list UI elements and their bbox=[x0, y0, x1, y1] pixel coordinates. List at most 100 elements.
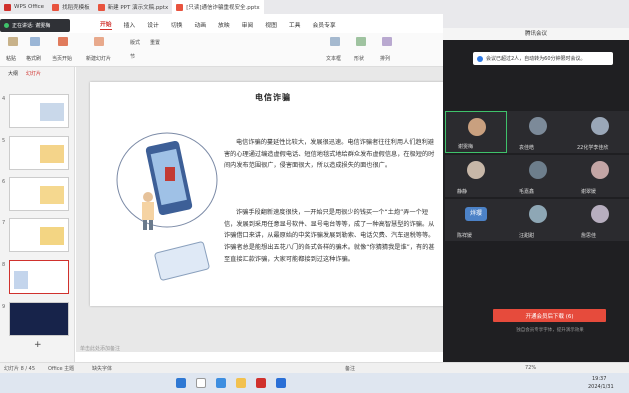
paste-label[interactable]: 粘贴 bbox=[6, 55, 16, 62]
person-icon bbox=[143, 192, 153, 202]
slide-number: 9 bbox=[2, 304, 6, 310]
notes-placeholder[interactable]: 单击此处添加备注 bbox=[80, 345, 120, 352]
document-tab-bar: WPS Office 找稻壳模板 新建 PPT 演示文稿.pptx [只读]通信… bbox=[0, 0, 443, 14]
avatar bbox=[529, 161, 547, 179]
ribbon-tab-review[interactable]: 审阅 bbox=[242, 20, 254, 29]
participant-name: 詹思佳 bbox=[581, 233, 597, 239]
avatar bbox=[591, 117, 609, 135]
ribbon-tab-slideshow[interactable]: 放映 bbox=[218, 20, 230, 29]
format-painter-label[interactable]: 格式刷 bbox=[26, 55, 41, 62]
windows-taskbar: 19:37 2024/1/31 bbox=[0, 373, 629, 393]
section-button[interactable]: 节 bbox=[130, 53, 135, 60]
format-painter-icon[interactable] bbox=[30, 37, 40, 46]
participant-tile[interactable]: 詹思佳 bbox=[569, 199, 629, 241]
tab-slides[interactable]: 幻灯片 bbox=[26, 70, 41, 77]
zoom-level[interactable]: 72% bbox=[525, 365, 536, 371]
thumbnail-image bbox=[14, 271, 28, 289]
participant-tile[interactable]: 谢雯梅 bbox=[445, 111, 507, 153]
ribbon-tab-transition[interactable]: 切换 bbox=[171, 20, 183, 29]
phone-small-icon bbox=[154, 241, 210, 281]
ribbon-tab-animation[interactable]: 动画 bbox=[194, 20, 206, 29]
play-from-current-icon[interactable] bbox=[58, 37, 68, 46]
avatar bbox=[529, 117, 547, 135]
participant-name: 陈祥媛 bbox=[457, 233, 473, 239]
browser-icon[interactable] bbox=[216, 378, 226, 388]
download-button[interactable]: 开通会员后下载 (6) bbox=[493, 309, 606, 322]
reset-button[interactable]: 重置 bbox=[150, 39, 160, 46]
ppt-icon bbox=[97, 3, 105, 11]
slide-paragraph-2: 诈骗手段翻新速度很快，一开始只是用很少的钱买一个“土炮”弄一个短信，发展到采用任… bbox=[224, 209, 435, 263]
search-icon[interactable] bbox=[196, 378, 206, 388]
ribbon-tab-tools[interactable]: 工具 bbox=[289, 20, 301, 29]
ribbon-tab-home[interactable]: 开始 bbox=[100, 19, 112, 30]
slide-thumbnail-selected[interactable] bbox=[9, 260, 69, 294]
ribbon-tab-member[interactable]: 会员专享 bbox=[312, 20, 335, 29]
tab-template[interactable]: 找稻壳模板 bbox=[48, 0, 94, 14]
arrange-label[interactable]: 排列 bbox=[380, 55, 390, 62]
participant-name: 谢翠媛 bbox=[581, 189, 597, 195]
missing-font[interactable]: 缺失字体 bbox=[92, 365, 112, 372]
ribbon-tab-design[interactable]: 设计 bbox=[147, 20, 159, 29]
slide-title: 电信诈骗 bbox=[255, 93, 291, 102]
participant-tile[interactable]: 袁佳皓 bbox=[507, 111, 569, 153]
shape-icon[interactable] bbox=[356, 37, 366, 46]
meeting-icon[interactable] bbox=[276, 378, 286, 388]
tab-label: [只读]通信诈骗重视安全.pptx bbox=[186, 5, 260, 11]
ribbon-tab-strip: 开始 插入 设计 切换 动画 放映 审阅 视图 工具 会员专享 bbox=[100, 17, 336, 32]
participant-tile[interactable]: 22化学李佳欣 bbox=[569, 111, 629, 153]
theme-name: Office 主题 bbox=[48, 366, 75, 372]
text-box-icon[interactable] bbox=[330, 37, 340, 46]
shape-label[interactable]: 形状 bbox=[354, 55, 364, 62]
slide-thumbnail[interactable] bbox=[9, 302, 69, 336]
clock-date: 2024/1/31 bbox=[588, 384, 614, 390]
slide-thumbnail[interactable] bbox=[9, 177, 69, 211]
window-controls-area bbox=[443, 0, 629, 28]
avatar bbox=[468, 118, 486, 136]
meeting-title: 腾讯会议 bbox=[443, 28, 629, 40]
new-slide-label[interactable]: 新建幻灯片 bbox=[86, 55, 111, 62]
avatar bbox=[467, 161, 485, 179]
tab-current-ppt[interactable]: [只读]通信诈骗重视安全.pptx bbox=[172, 0, 264, 14]
layout-button[interactable]: 版式 bbox=[130, 39, 140, 46]
play-from-current-label[interactable]: 当页开始 bbox=[52, 55, 72, 62]
start-icon[interactable] bbox=[176, 378, 186, 388]
template-icon bbox=[52, 3, 60, 11]
status-bar: 幻灯片 8 / 45 Office 主题 缺失字体 备注 72% bbox=[0, 362, 629, 373]
phone-fraud-illustration bbox=[116, 132, 218, 281]
participant-name: 毛嘉鑫 bbox=[519, 189, 535, 195]
participant-name: 静静 bbox=[457, 189, 468, 195]
participant-tile[interactable]: 汪甜甜 bbox=[507, 199, 569, 241]
avatar bbox=[591, 161, 609, 179]
arrange-icon[interactable] bbox=[382, 37, 392, 46]
add-slide-icon[interactable]: + bbox=[34, 340, 42, 350]
tab-new-ppt[interactable]: 新建 PPT 演示文稿.pptx bbox=[94, 0, 173, 14]
tab-label: 找稻壳模板 bbox=[62, 5, 90, 11]
tab-outline[interactable]: 大纲 bbox=[8, 70, 18, 77]
participant-tile[interactable]: 烊璎 陈祥媛 bbox=[445, 199, 507, 241]
tab-wps-office[interactable]: WPS Office bbox=[0, 0, 48, 14]
participant-tile[interactable]: 静静 bbox=[445, 155, 507, 197]
thumbnail-image bbox=[40, 103, 64, 121]
slide-thumbnail-panel: 大纲 幻灯片 4 5 6 7 8 9 + bbox=[0, 67, 75, 362]
notice-text: 会议已超过2人，自动转为60分钟限时会议。 bbox=[486, 56, 586, 62]
mic-icon bbox=[4, 23, 9, 28]
slide-number: 7 bbox=[2, 220, 6, 226]
slide-thumbnail[interactable] bbox=[9, 94, 69, 128]
participant-tile[interactable]: 谢翠媛 bbox=[569, 155, 629, 197]
participant-name: 袁佳皓 bbox=[519, 145, 535, 151]
paste-icon[interactable] bbox=[8, 37, 18, 46]
speaking-label: 正在讲话: 谢雯梅 bbox=[12, 23, 51, 29]
folder-icon[interactable] bbox=[236, 378, 246, 388]
slide-count: 幻灯片 8 / 45 bbox=[4, 366, 35, 372]
slide-thumbnail[interactable] bbox=[9, 218, 69, 252]
ribbon-tab-insert[interactable]: 插入 bbox=[124, 20, 136, 29]
participant-name: 22化学李佳欣 bbox=[577, 145, 609, 151]
ribbon-tab-view[interactable]: 视图 bbox=[265, 20, 277, 29]
wps-icon[interactable] bbox=[256, 378, 266, 388]
slide-thumbnail[interactable] bbox=[9, 136, 69, 170]
text-box-label[interactable]: 文本框 bbox=[326, 55, 341, 62]
thumbnail-image bbox=[40, 186, 64, 204]
participant-tile[interactable]: 毛嘉鑫 bbox=[507, 155, 569, 197]
new-slide-icon[interactable] bbox=[94, 37, 104, 46]
notes-toggle[interactable]: 备注 bbox=[345, 365, 355, 372]
